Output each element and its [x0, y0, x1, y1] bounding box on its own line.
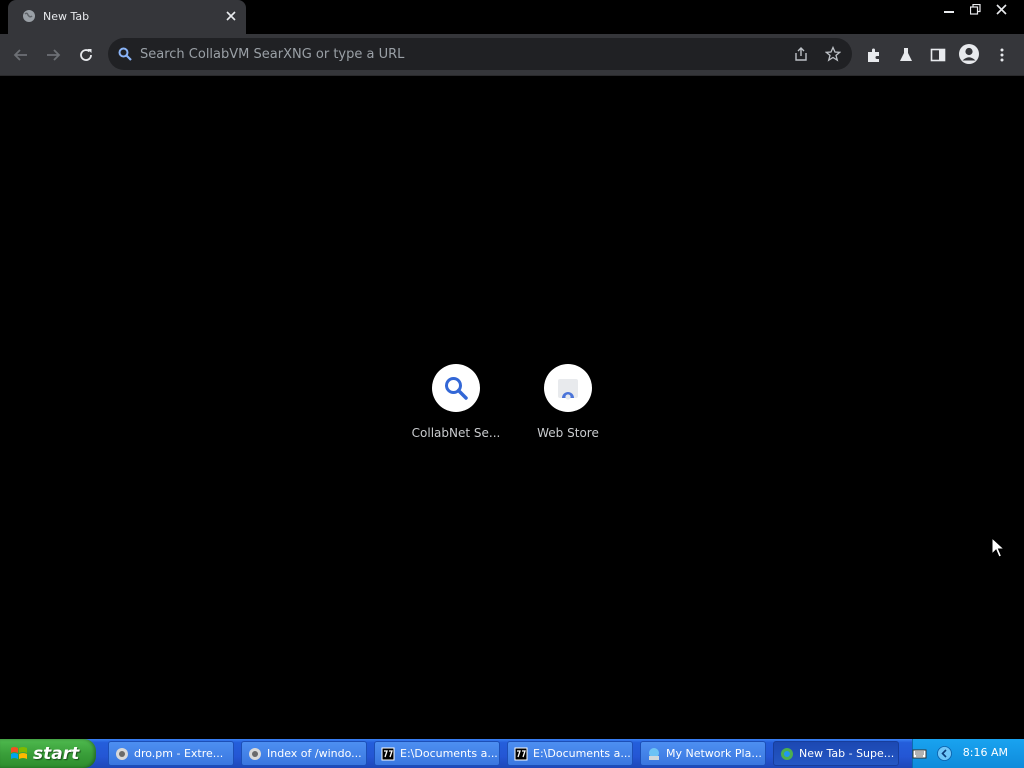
address-input[interactable] — [140, 38, 780, 70]
close-window-button[interactable] — [988, 0, 1014, 18]
windows-flag-icon — [11, 746, 27, 759]
close-icon — [995, 3, 1007, 15]
minimize-icon — [944, 11, 954, 13]
close-tab-icon[interactable] — [224, 9, 238, 23]
minimize-button[interactable] — [936, 0, 962, 18]
shortcut-web-store[interactable]: Web Store — [512, 364, 624, 440]
window-controls — [936, 0, 1014, 18]
start-label: start — [33, 743, 80, 764]
browser-icon — [116, 747, 128, 760]
flask-icon — [900, 48, 912, 61]
clock[interactable]: 8:16 AM — [963, 746, 1008, 759]
share-icon — [795, 47, 807, 61]
arrow-right-icon — [47, 49, 61, 61]
menu-button[interactable] — [991, 44, 1013, 66]
shortcut-collabnet-search[interactable]: CollabNet Se... — [400, 364, 512, 440]
new-tab-page: CollabNet Se... Web Store — [0, 77, 1024, 739]
shortcut-tile — [432, 364, 480, 412]
taskbar-button-label: E:\Documents a... — [400, 747, 498, 760]
magnifier-icon — [445, 377, 468, 400]
reload-icon — [80, 49, 92, 61]
taskbar-button-label: E:\Documents a... — [533, 747, 631, 760]
avatar-icon — [959, 44, 979, 64]
taskbar: start dro.pm - Extre... Index of /windo.… — [0, 739, 1024, 768]
omnibox[interactable] — [108, 38, 852, 70]
restore-button[interactable] — [962, 0, 988, 18]
taskbar-button-label: My Network Pla... — [666, 747, 762, 760]
tab-title: New Tab — [43, 10, 90, 23]
arrow-left-icon — [13, 49, 27, 61]
taskbar-button-label: dro.pm - Extre... — [134, 747, 224, 760]
tab-new-tab[interactable]: New Tab — [8, 0, 246, 34]
globe-icon — [23, 10, 35, 22]
system-tray: 8:16 AM — [912, 739, 1024, 768]
bookmark-button[interactable] — [822, 43, 844, 65]
taskbar-button-active[interactable]: New Tab - Supe... — [773, 741, 899, 766]
browser-toolbar — [0, 34, 1024, 76]
7zip-icon — [381, 747, 395, 760]
back-button[interactable] — [10, 44, 32, 66]
forward-button[interactable] — [42, 44, 64, 66]
taskbar-button-label: Index of /windo... — [267, 747, 362, 760]
taskbar-button[interactable]: dro.pm - Extre... — [108, 741, 234, 766]
restore-icon — [969, 3, 981, 15]
network-places-icon — [649, 747, 659, 760]
start-button[interactable]: start — [0, 739, 96, 768]
keyboard-icon[interactable] — [912, 746, 927, 761]
chevron-left-icon[interactable] — [937, 746, 952, 761]
mouse-cursor-icon — [991, 537, 1005, 558]
taskbar-button[interactable]: My Network Pla... — [640, 741, 766, 766]
share-button[interactable] — [790, 43, 812, 65]
taskbar-button[interactable]: Index of /windo... — [241, 741, 367, 766]
shortcut-label: Web Store — [537, 426, 599, 440]
reload-button[interactable] — [75, 44, 97, 66]
extensions-button[interactable] — [863, 44, 885, 66]
side-panel-button[interactable] — [927, 44, 949, 66]
star-icon — [825, 46, 841, 62]
taskbar-button-label: New Tab - Supe... — [799, 747, 895, 760]
taskbar-button[interactable]: E:\Documents a... — [507, 741, 633, 766]
tab-strip: New Tab — [0, 0, 1024, 34]
browser-icon — [781, 747, 793, 760]
browser-icon — [249, 747, 261, 760]
shortcut-label: CollabNet Se... — [411, 426, 501, 440]
taskbar-button[interactable]: E:\Documents a... — [374, 741, 500, 766]
puzzle-piece-icon — [868, 48, 879, 62]
search-icon — [118, 47, 132, 61]
kebab-menu-icon — [1000, 48, 1004, 62]
labs-button[interactable] — [895, 44, 917, 66]
profile-button[interactable] — [958, 43, 980, 65]
web-store-icon — [558, 379, 578, 400]
7zip-icon — [514, 747, 528, 760]
side-panel-icon — [930, 48, 946, 62]
shortcut-tile — [544, 364, 592, 412]
